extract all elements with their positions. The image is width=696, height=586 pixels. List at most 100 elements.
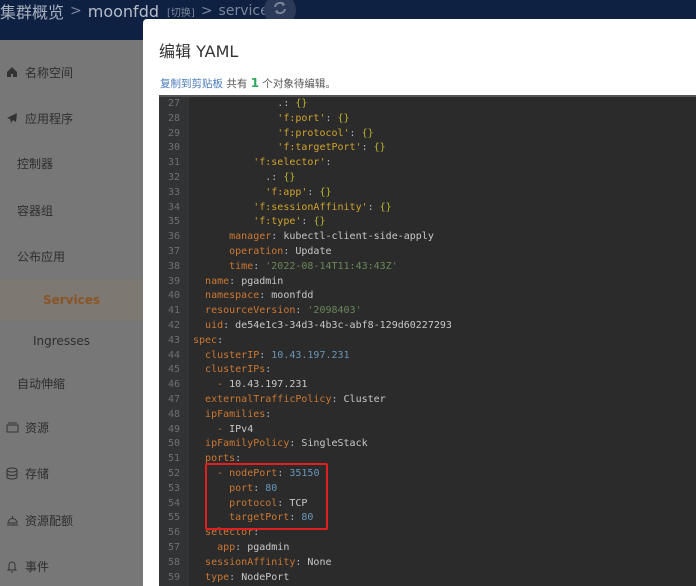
code-line[interactable]: 35 'f:type': {} — [159, 215, 696, 230]
code-token: : — [229, 571, 242, 583]
code-line[interactable]: 32 .: {} — [159, 171, 696, 186]
sidebar-item-label: 名称空间 — [25, 65, 74, 80]
line-number: 59 — [167, 571, 181, 583]
line-code: ipFamilies: — [189, 408, 271, 423]
code-token: Update — [295, 245, 332, 257]
line-number: 27 — [167, 98, 181, 109]
code-line[interactable]: 45 clusterIPs: — [159, 363, 696, 378]
code-line[interactable]: 27 .: {} — [159, 97, 696, 112]
code-line[interactable]: 43 spec: — [159, 334, 696, 349]
line-number: 33 — [167, 186, 181, 198]
code-token: pgadmin — [247, 541, 290, 553]
code-token: 10.43.197.231 — [271, 349, 350, 361]
sidebar-item-label: 资源 — [25, 420, 50, 435]
code-line[interactable]: 58 sessionAffinity: None — [159, 556, 696, 571]
line-code: 'f:sessionAffinity': {} — [189, 201, 392, 216]
home-icon — [5, 66, 19, 78]
code-token: clusterIP — [205, 349, 260, 361]
line-number: 49 — [167, 423, 181, 435]
paper-plane-icon — [5, 112, 19, 124]
line-number: 54 — [167, 497, 181, 509]
code-token: app — [217, 541, 236, 553]
code-line[interactable]: 29 'f:protocol': {} — [159, 127, 696, 142]
code-token: : — [271, 231, 284, 243]
code-line[interactable]: 59 type: NodePort — [159, 571, 696, 586]
line-number: 39 — [167, 275, 181, 287]
edit-yaml-dialog: 编辑 YAML 复制到剪贴板 共有 1 个对象待编辑。 27 .: {} 28 '… — [143, 19, 696, 586]
line-code: spec: — [189, 334, 223, 349]
sidebar-item-autoscaling[interactable]: 自动伸缩 — [0, 368, 143, 398]
code-token: 10.43.197.231 — [229, 379, 308, 391]
code-line[interactable]: 37 operation: Update — [159, 245, 696, 260]
sidebar-item-ingresses[interactable]: Ingresses — [0, 326, 143, 356]
code-token: : — [295, 305, 308, 317]
code-token: 'f:protocol' — [277, 127, 350, 139]
code-token: : — [301, 216, 314, 228]
code-token: - — [217, 379, 230, 391]
code-line[interactable]: 48 ipFamilies: — [159, 408, 696, 423]
code-line[interactable]: 40 namespace: moonfdd — [159, 289, 696, 304]
code-token: : — [253, 260, 266, 272]
code-token: .: — [265, 171, 284, 183]
code-line[interactable]: 28 'f:port': {} — [159, 112, 696, 127]
code-token: time — [229, 260, 254, 272]
edit-info: 复制到剪贴板 共有 1 个对象待编辑。 — [160, 76, 336, 91]
code-line[interactable]: 50 ipFamilyPolicy: SingleStack — [159, 437, 696, 452]
code-line[interactable]: 38 time: '2022-08-14T11:43:43Z' — [159, 260, 696, 275]
sidebar-item-resources[interactable]: 资源 — [0, 412, 143, 442]
code-line[interactable]: 33 'f:app': {} — [159, 186, 696, 201]
code-line[interactable]: 30 'f:targetPort': {} — [159, 141, 696, 156]
sidebar-item-publish-apps[interactable]: 公布应用 — [0, 241, 143, 271]
line-code: ipFamilyPolicy: SingleStack — [189, 437, 368, 452]
code-line[interactable]: 57 app: pgadmin — [159, 541, 696, 556]
code-line[interactable]: 49 - IPv4 — [159, 423, 696, 438]
line-number: 29 — [167, 127, 181, 139]
code-line[interactable]: 31 'f:selector': — [159, 156, 696, 171]
line-code: 'f:protocol': {} — [189, 127, 373, 142]
code-line[interactable]: 36 manager: kubectl-client-side-apply — [159, 230, 696, 245]
code-token: NodePort — [241, 571, 290, 583]
bell-icon — [5, 560, 19, 573]
sidebar-item-resource-quota[interactable]: 资源配额 — [0, 505, 143, 535]
code-token: : — [265, 364, 272, 376]
code-token: {} — [379, 201, 392, 213]
line-number: 48 — [167, 408, 181, 420]
code-token: : — [325, 112, 338, 124]
line-code: name: pgadmin — [189, 275, 283, 290]
code-token: : — [367, 201, 380, 213]
breadcrumb-cluster-overview[interactable]: 集群概览 — [0, 0, 64, 23]
code-line[interactable]: 46 - 10.43.197.231 — [159, 378, 696, 393]
code-token: : — [223, 319, 236, 331]
sidebar-item-applications[interactable]: 应用程序 — [0, 103, 143, 133]
sidebar-item-storage[interactable]: 存储 — [0, 458, 143, 488]
switch-namespace-link[interactable]: [切换] — [167, 4, 195, 19]
bell-stand-icon — [5, 514, 19, 526]
sidebar-item-pods[interactable]: 容器组 — [0, 195, 143, 225]
info-suffix: 个对象待编辑。 — [259, 78, 336, 90]
copy-to-clipboard-link[interactable]: 复制到剪贴板 — [160, 78, 223, 90]
code-line[interactable]: 34 'f:sessionAffinity': {} — [159, 201, 696, 216]
code-line[interactable]: 42 uid: de54e1c3-34d3-4b3c-abf8-129d6022… — [159, 319, 696, 334]
code-line[interactable]: 47 externalTrafficPolicy: Cluster — [159, 393, 696, 408]
line-code: 'f:selector': — [189, 156, 331, 171]
code-line[interactable]: 44 clusterIP: 10.43.197.231 — [159, 349, 696, 364]
code-token: 'f:sessionAffinity' — [253, 201, 368, 213]
line-code: 'f:app': {} — [189, 186, 331, 201]
code-line[interactable]: 39 name: pgadmin — [159, 275, 696, 290]
sidebar-item-controllers[interactable]: 控制器 — [0, 148, 143, 178]
line-number: 30 — [167, 142, 181, 154]
yaml-editor[interactable]: 27 .: {} 28 'f:port': {} 29 'f:protocol': … — [159, 95, 696, 586]
code-line[interactable]: 41 resourceVersion: '2098403' — [159, 304, 696, 319]
sidebar-item-services[interactable]: Services — [0, 279, 143, 321]
code-token: manager — [229, 231, 272, 243]
breadcrumb-namespace[interactable]: moonfdd — [88, 2, 159, 21]
code-token: ipFamilyPolicy — [205, 438, 290, 450]
code-token: de54e1c3-34d3-4b3c-abf8-129d60227293 — [235, 319, 452, 331]
code-token: IPv4 — [229, 423, 254, 435]
line-number: 57 — [167, 541, 181, 553]
sidebar-item-namespaces[interactable]: 名称空间 — [0, 57, 143, 87]
line-number: 46 — [167, 379, 181, 391]
line-code: 'f:targetPort': {} — [189, 141, 385, 156]
line-number: 28 — [167, 112, 181, 124]
sidebar-item-events[interactable]: 事件 — [0, 551, 143, 581]
